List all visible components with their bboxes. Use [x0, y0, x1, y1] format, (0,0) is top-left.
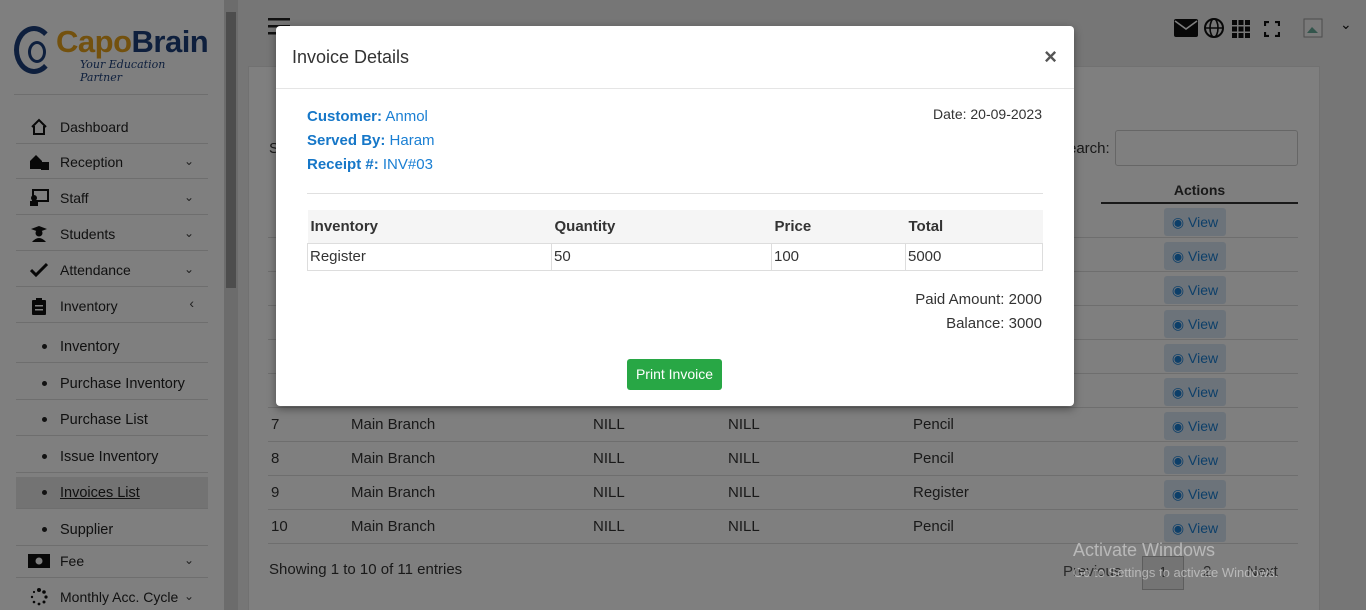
header-quantity: Quantity	[551, 210, 772, 244]
table-row: Register 50 100 5000	[307, 243, 1043, 271]
served-by-line: Served By: Haram	[307, 132, 435, 149]
modal-header: Invoice Details ×	[276, 26, 1074, 89]
customer-value: Anmol	[385, 108, 428, 125]
divider	[307, 193, 1043, 194]
receipt-label: Receipt #:	[307, 156, 379, 173]
activation-watermark-subtitle: Go to Settings to activate Windows.	[1073, 565, 1279, 580]
table-header-row: Inventory Quantity Price Total	[307, 210, 1043, 244]
receipt-value: INV#03	[382, 156, 433, 173]
served-by-value: Haram	[389, 132, 435, 149]
customer-line: Customer: Anmol	[307, 108, 428, 125]
activation-watermark-title: Activate Windows	[1073, 540, 1216, 560]
header-price: Price	[771, 210, 906, 244]
print-invoice-button[interactable]: Print Invoice	[627, 359, 722, 390]
invoice-date: Date: 20-09-2023	[933, 106, 1042, 122]
cell-price: 100	[771, 243, 906, 271]
header-total: Total	[905, 210, 1043, 244]
invoice-details-modal: Invoice Details × Customer: Anmol Served…	[276, 26, 1074, 406]
header-inventory: Inventory	[307, 210, 552, 244]
cell-inventory: Register	[307, 243, 552, 271]
served-by-label: Served By:	[307, 132, 386, 149]
customer-label: Customer:	[307, 108, 383, 125]
invoice-items-table: Inventory Quantity Price Total Register …	[307, 210, 1043, 271]
modal-title: Invoice Details	[292, 47, 410, 67]
balance: Balance: 3000	[946, 315, 1042, 332]
cell-quantity: 50	[551, 243, 772, 271]
receipt-line: Receipt #: INV#03	[307, 156, 433, 173]
close-icon[interactable]: ×	[1044, 44, 1057, 70]
cell-total: 5000	[905, 243, 1043, 271]
paid-amount: Paid Amount: 2000	[915, 291, 1042, 308]
